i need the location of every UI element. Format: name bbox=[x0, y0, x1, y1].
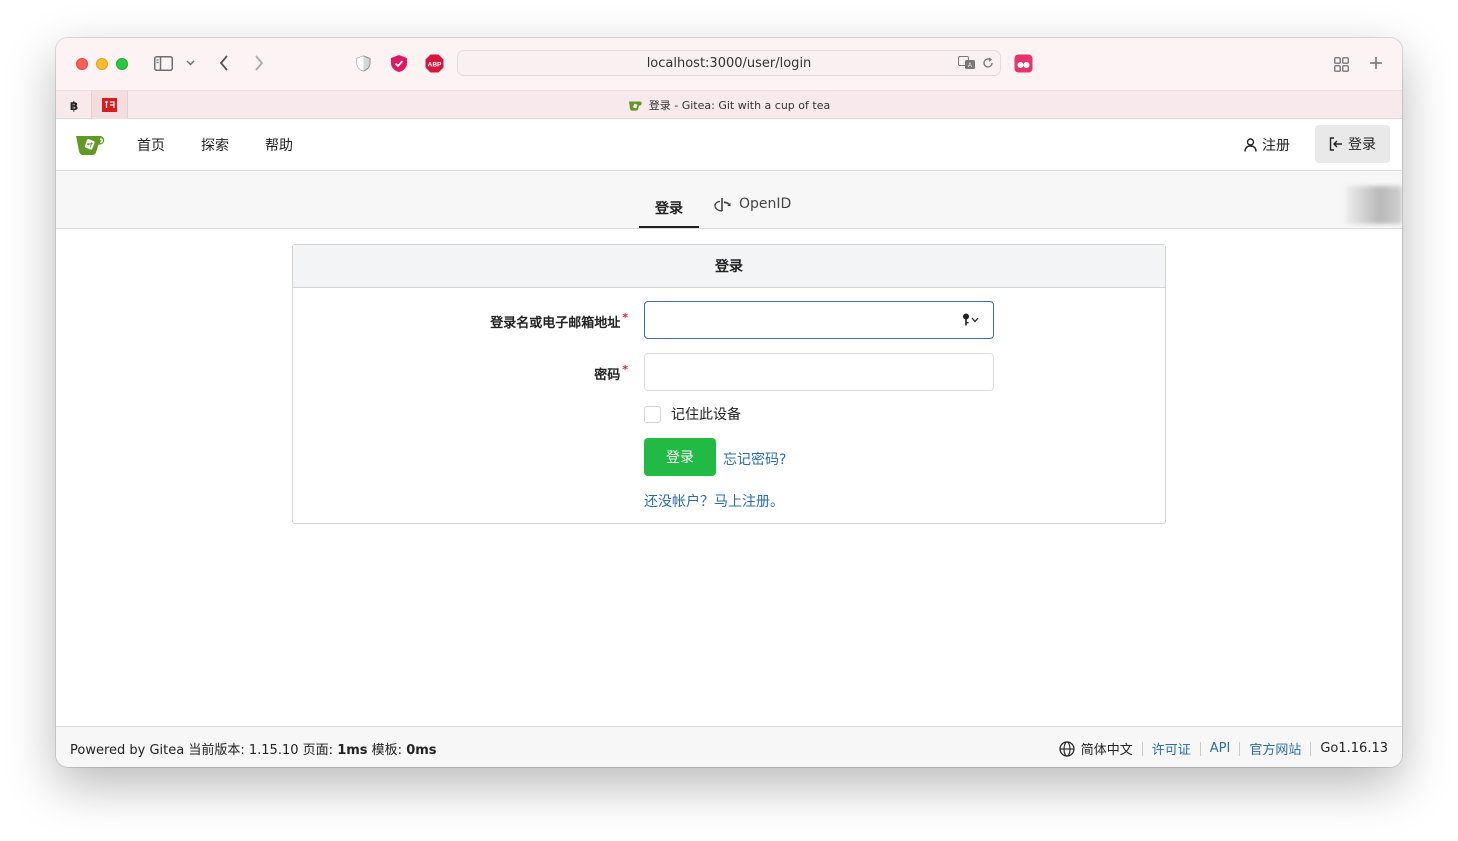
site-navbar: 首页 探索 帮助 注册 登录 bbox=[56, 119, 1402, 171]
divider bbox=[1310, 741, 1312, 756]
extension-icon[interactable] bbox=[1013, 53, 1033, 73]
api-link[interactable]: API bbox=[1210, 741, 1231, 756]
tab-openid-label: OpenID bbox=[739, 196, 792, 212]
active-tab[interactable]: 登录 - Gitea: Git with a cup of tea bbox=[56, 91, 1402, 119]
page-label: 页面: bbox=[302, 743, 334, 758]
gitea-logo-icon bbox=[76, 136, 105, 155]
username-input[interactable] bbox=[644, 301, 994, 339]
new-tab-icon[interactable] bbox=[1367, 54, 1385, 72]
globe-icon bbox=[1059, 740, 1075, 757]
sign-in-icon bbox=[1329, 137, 1342, 151]
site-footer: Powered by Gitea 当前版本: 1.15.10 页面: 1ms 模… bbox=[56, 726, 1402, 767]
footer-version-info: Powered by Gitea 当前版本: 1.15.10 页面: 1ms 模… bbox=[70, 739, 437, 758]
password-key-icon[interactable] bbox=[962, 313, 979, 326]
sidebar-toggle-icon[interactable] bbox=[153, 54, 173, 72]
remember-checkbox[interactable] bbox=[644, 405, 661, 423]
required-mark: * bbox=[622, 311, 628, 324]
svg-text:A: A bbox=[968, 63, 972, 69]
gitea-tab-icon bbox=[628, 101, 642, 111]
zoom-window-button[interactable] bbox=[116, 58, 128, 70]
nav-help-link[interactable]: 帮助 bbox=[265, 135, 293, 155]
nav-explore-link[interactable]: 探索 bbox=[201, 135, 229, 155]
language-selector[interactable]: 简体中文 bbox=[1059, 739, 1133, 758]
nav-login-button[interactable]: 登录 bbox=[1315, 125, 1390, 163]
adblock-icon[interactable]: ABP bbox=[424, 53, 444, 73]
person-icon bbox=[1244, 138, 1257, 152]
login-method-tabs: 登录 OpenID bbox=[56, 171, 1402, 229]
powered-by: Powered by Gitea bbox=[70, 743, 185, 758]
remember-device-row[interactable]: 记住此设备 bbox=[644, 404, 741, 424]
back-icon[interactable] bbox=[216, 53, 232, 73]
divider bbox=[1199, 741, 1201, 756]
privacy-shield-icon[interactable] bbox=[354, 54, 372, 72]
tab-title: 登录 - Gitea: Git with a cup of tea bbox=[648, 99, 831, 112]
browser-toolbar: ABP localhost:3000/user/login A bbox=[56, 38, 1402, 90]
url-text: localhost:3000/user/login bbox=[646, 55, 812, 71]
remember-label: 记住此设备 bbox=[671, 407, 741, 423]
official-website-link[interactable]: 官方网站 bbox=[1249, 739, 1301, 758]
address-bar[interactable]: localhost:3000/user/login A bbox=[457, 50, 1001, 76]
required-mark: * bbox=[622, 363, 628, 376]
login-form: 登录 登录名或电子邮箱地址 * 密码 * 记住此设备 登录 忘记密码? 还没帐户？马… bbox=[292, 244, 1166, 524]
template-label: 模板: bbox=[371, 743, 403, 758]
extension-shield-icon[interactable] bbox=[389, 53, 409, 73]
forward-icon[interactable] bbox=[251, 53, 267, 73]
browser-window: ABP localhost:3000/user/login A ฿ 登录 - G… bbox=[56, 38, 1402, 767]
register-link[interactable]: 注册 bbox=[1244, 135, 1290, 155]
page-time: 1ms bbox=[337, 743, 368, 758]
openid-icon bbox=[714, 197, 731, 212]
password-label: 密码 * bbox=[594, 363, 628, 383]
tab-login[interactable]: 登录 bbox=[639, 198, 699, 228]
version-label: 当前版本: 1.15.10 bbox=[188, 743, 299, 758]
tab-strip: ฿ 登录 - Gitea: Git with a cup of tea bbox=[56, 90, 1402, 119]
go-version: Go1.16.13 bbox=[1320, 741, 1388, 756]
form-title: 登录 bbox=[293, 245, 1165, 288]
tab-overview-icon[interactable] bbox=[1332, 55, 1350, 73]
nav-home-link[interactable]: 首页 bbox=[137, 135, 165, 155]
translate-icon[interactable]: A bbox=[958, 56, 976, 70]
divider bbox=[1141, 741, 1143, 756]
close-window-button[interactable] bbox=[76, 58, 88, 70]
gitea-logo[interactable] bbox=[75, 132, 107, 160]
minimize-window-button[interactable] bbox=[96, 58, 108, 70]
forgot-password-link[interactable]: 忘记密码? bbox=[723, 449, 786, 469]
login-submit-button[interactable]: 登录 bbox=[644, 438, 716, 476]
tab-openid[interactable]: OpenID bbox=[714, 196, 791, 212]
username-label: 登录名或电子邮箱地址 * bbox=[490, 311, 628, 331]
chevron-down-icon[interactable] bbox=[184, 57, 196, 69]
license-link[interactable]: 许可证 bbox=[1152, 739, 1191, 758]
password-input[interactable] bbox=[644, 353, 994, 391]
username-label-text: 登录名或电子邮箱地址 bbox=[490, 316, 621, 331]
language-label: 简体中文 bbox=[1080, 743, 1133, 758]
blurred-overlay bbox=[1346, 186, 1402, 224]
nav-login-label: 登录 bbox=[1348, 137, 1376, 153]
signup-link[interactable]: 还没帐户？马上注册。 bbox=[644, 491, 784, 511]
template-time: 0ms bbox=[406, 743, 437, 758]
svg-text:ABP: ABP bbox=[427, 61, 441, 68]
password-label-text: 密码 bbox=[594, 368, 621, 383]
divider bbox=[1239, 741, 1241, 756]
register-label: 注册 bbox=[1262, 138, 1290, 154]
footer-links: 简体中文 许可证 API 官方网站 Go1.16.13 bbox=[1059, 739, 1388, 758]
reload-icon[interactable] bbox=[982, 57, 994, 69]
